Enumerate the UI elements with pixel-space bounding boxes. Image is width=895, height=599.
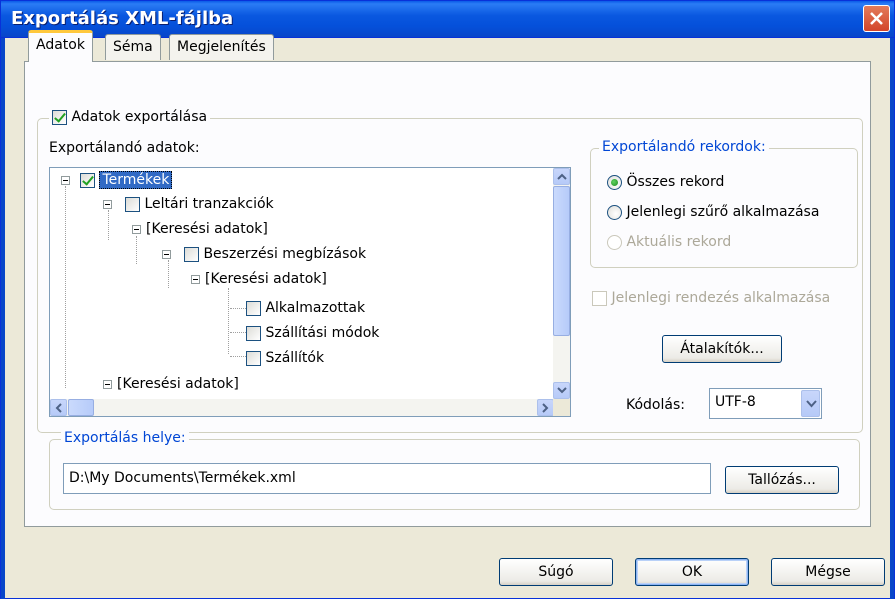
node-checkbox[interactable] (125, 196, 140, 212)
transforms-button[interactable]: Átalakítók... (662, 335, 782, 363)
radio-button[interactable] (607, 204, 622, 220)
node-checkbox[interactable] (246, 300, 261, 316)
help-button[interactable]: Súgó (499, 558, 613, 586)
export-path-input[interactable]: D:\My Documents\Termékek.xml (63, 463, 711, 494)
chevron-down-icon (557, 387, 567, 394)
node-checkbox[interactable] (246, 325, 261, 341)
tree-node-label: Szállítók (265, 350, 325, 366)
tree-label: Exportálandó adatok: (49, 140, 200, 156)
node-checkbox[interactable] (80, 172, 95, 188)
collapse-icon[interactable] (61, 176, 70, 185)
radio-current-filter[interactable]: Jelenlegi szűrő alkalmazása (607, 204, 819, 220)
encoding-select[interactable]: UTF-8 (709, 388, 822, 419)
window-border-left (1, 38, 5, 599)
chevron-right-icon (542, 403, 549, 413)
export-data-checkbox-box[interactable] (52, 109, 67, 125)
chevron-up-icon (557, 173, 567, 180)
scroll-down-button[interactable] (553, 382, 570, 399)
node-checkbox[interactable] (184, 246, 199, 262)
scroll-left-button[interactable] (50, 399, 67, 416)
export-xml-dialog: Exportálás XML-fájlba Adatok Séma Megjel… (0, 0, 895, 599)
export-data-checkbox-label: Adatok exportálása (71, 109, 208, 125)
location-legend: Exportálás helye: (61, 430, 189, 446)
chevron-left-icon (55, 403, 62, 413)
browse-button[interactable]: Tallózás... (725, 466, 839, 494)
radio-current-record: Aktuális rekord (607, 234, 731, 250)
radio-button[interactable] (607, 174, 622, 190)
tree-node-label: [Keresési adatok] (205, 271, 327, 287)
records-legend: Exportálandó rekordok: (599, 139, 769, 155)
encoding-label: Kódolás: (626, 397, 685, 413)
radio-all-records[interactable]: Összes rekord (607, 174, 724, 190)
tree-horizontal-scrollbar[interactable] (50, 399, 554, 416)
encoding-dropdown-button[interactable] (801, 390, 820, 417)
tree-connector (65, 186, 66, 388)
tree-connector (230, 356, 246, 357)
collapse-icon[interactable] (103, 380, 112, 389)
tab-adatok-label: Adatok (36, 37, 85, 53)
radio-button (607, 234, 622, 250)
tree-connector (230, 332, 246, 333)
window-border-right (890, 38, 894, 599)
tab-sema-label: Séma (113, 39, 153, 55)
tree-connector (168, 260, 169, 288)
tree-connector (230, 308, 246, 309)
radio-label: Aktuális rekord (626, 234, 732, 250)
tree-node-label: Alkalmazottak (265, 300, 366, 316)
tree-node-beszerzesi[interactable]: Beszerzési megbízások (184, 244, 366, 264)
collapse-icon[interactable] (191, 275, 200, 284)
close-button[interactable] (863, 5, 890, 32)
node-checkbox[interactable] (246, 350, 261, 366)
tree-node-label: [Keresési adatok] (117, 376, 239, 392)
tree-node-szallitasi-modok[interactable]: Szállítási módok (246, 323, 379, 343)
tree-node-label: [Keresési adatok] (146, 221, 268, 237)
radio-label: Összes rekord (626, 174, 725, 190)
apply-sort-checkbox-box (592, 290, 607, 306)
tree-connector (136, 236, 137, 264)
tree-node-label: Beszerzési megbízások (203, 246, 367, 262)
scroll-right-button[interactable] (537, 399, 554, 416)
tree-node-alkalmazottak[interactable]: Alkalmazottak (246, 298, 365, 318)
export-tree[interactable]: Termékek Leltári tranzakciók [Keresési a… (49, 167, 571, 417)
tree-node-kereses-2[interactable]: [Keresési adatok] (205, 269, 327, 289)
apply-sort-label: Jelenlegi rendezés alkalmazása (611, 290, 831, 306)
tree-node-label: Termékek (99, 171, 173, 189)
tab-megjelenites-label: Megjelenítés (177, 39, 266, 55)
radio-label: Jelenlegi szűrő alkalmazása (626, 204, 820, 220)
scroll-thumb-vertical[interactable] (553, 186, 570, 336)
tree-connector (228, 288, 229, 354)
tree-node-kereses-1[interactable]: [Keresési adatok] (146, 219, 268, 239)
export-data-checkbox[interactable]: Adatok exportálása (49, 109, 211, 125)
chevron-down-icon (806, 400, 817, 408)
collapse-icon[interactable] (132, 225, 141, 234)
tree-node-termekek[interactable]: Termékek (80, 170, 173, 190)
title-bar[interactable]: Exportálás XML-fájlba (1, 1, 894, 38)
close-icon (870, 12, 883, 25)
scroll-thumb-horizontal[interactable] (68, 399, 94, 416)
tree-node-label: Szállítási módok (265, 325, 380, 341)
tab-adatok[interactable]: Adatok (28, 30, 93, 62)
collapse-icon[interactable] (162, 250, 171, 259)
scroll-corner (553, 399, 570, 416)
ok-button[interactable]: OK (635, 558, 749, 586)
tree-node-kereses-3[interactable]: [Keresési adatok] (117, 374, 239, 394)
tree-node-szallitok[interactable]: Szállítók (246, 348, 324, 368)
window-title: Exportálás XML-fájlba (11, 8, 234, 29)
tab-megjelenites[interactable]: Megjelenítés (169, 34, 274, 60)
tree-node-leltari[interactable]: Leltári tranzakciók (125, 194, 274, 214)
tree-vertical-scrollbar[interactable] (553, 168, 570, 399)
tree-node-label: Leltári tranzakciók (144, 196, 274, 212)
scroll-up-button[interactable] (553, 168, 570, 185)
tab-sema[interactable]: Séma (105, 34, 161, 60)
cancel-button[interactable]: Mégse (771, 558, 885, 586)
encoding-value: UTF-8 (715, 394, 756, 410)
apply-sort-checkbox: Jelenlegi rendezés alkalmazása (592, 290, 830, 306)
collapse-icon[interactable] (103, 200, 112, 209)
tree-connector (108, 210, 109, 240)
